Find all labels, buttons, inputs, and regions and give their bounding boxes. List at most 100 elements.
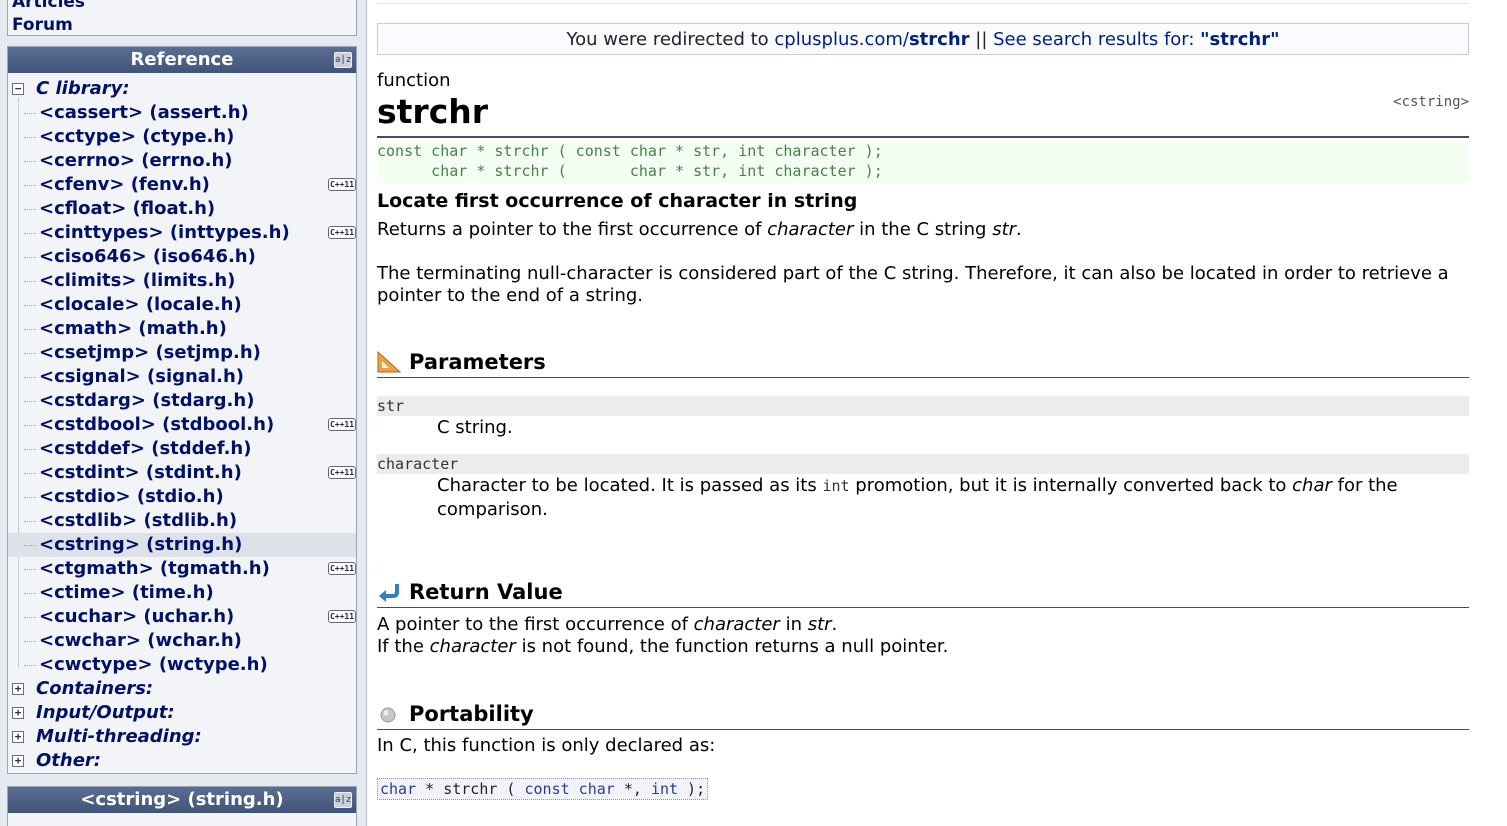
tree-item[interactable]: <cstdint> (stdint.h) C++11 (8, 461, 356, 485)
portability-title: Portability (409, 702, 534, 726)
tree-item-label: <cerrno> (errno.h) (39, 150, 233, 171)
tree-connector (24, 521, 36, 522)
cxx11-badge: C++11 (328, 610, 356, 623)
articles-link[interactable]: Articles (8, 0, 356, 14)
tree-item-label: <cwctype> (wctype.h) (39, 654, 268, 675)
description-paragraph: Returns a pointer to the first occurrenc… (377, 219, 1469, 241)
tree-item-label: <cstdlib> (stdlib.h) (39, 510, 238, 531)
tree-item[interactable]: <ctime> (time.h) (8, 581, 356, 605)
cstring-box: <cstring> (string.h) a|z (7, 786, 357, 826)
redirect-notice: You were redirected to cplusplus.com/str… (377, 23, 1469, 55)
tree-section[interactable]: + Other: (8, 749, 356, 773)
return-value-text: If the character is not found, the funct… (377, 636, 1469, 658)
collapse-icon[interactable]: − (12, 83, 24, 95)
tree-section-label: Containers: (36, 678, 154, 699)
tree-connector (24, 569, 36, 570)
reference-box: Reference a|z − C library: <cassert> (asse… (7, 46, 357, 774)
title-divider (377, 136, 1469, 138)
type-ref: char (1292, 475, 1332, 496)
tree-item[interactable]: <cstdarg> (stdarg.h) (8, 389, 356, 413)
tree-item-label: <ctime> (time.h) (39, 582, 214, 603)
redirect-separator: || (969, 29, 994, 50)
param-ref: character (429, 636, 516, 657)
expand-icon[interactable]: + (12, 707, 24, 719)
tree-item-label: <cmath> (math.h) (39, 318, 227, 339)
tree-item-label: <cuchar> (uchar.h) (39, 606, 235, 627)
tree-item[interactable]: <ciso646> (iso646.h) (8, 245, 356, 269)
tree-section[interactable]: + Multi-threading: (8, 725, 356, 749)
tree-item-label: <cwchar> (wchar.h) (39, 630, 242, 651)
code-keyword: char (380, 780, 417, 798)
tree-item[interactable]: <cstring> (string.h) (8, 533, 356, 557)
tree-item[interactable]: <cwchar> (wchar.h) (8, 629, 356, 653)
prototype-line: const char * strchr ( const char * str, … (377, 142, 883, 160)
tree-item[interactable]: <cfloat> (float.h) (8, 197, 356, 221)
portability-code: char * strchr ( const char *, int ); (377, 778, 709, 800)
tree-item-label: <clocale> (locale.h) (39, 294, 242, 315)
tree-item[interactable]: <cstdio> (stdio.h) (8, 485, 356, 509)
param-ref: character (767, 219, 854, 240)
tree-item[interactable]: <cuchar> (uchar.h) C++11 (8, 605, 356, 629)
tree-item[interactable]: <cfenv> (fenv.h) C++11 (8, 173, 356, 197)
cxx11-badge: C++11 (328, 418, 356, 431)
tree-section[interactable]: + Containers: (8, 677, 356, 701)
expand-icon[interactable]: + (12, 683, 24, 695)
text: If the (377, 636, 430, 657)
tree-item-label: <cassert> (assert.h) (39, 102, 249, 123)
return-arrow-icon (379, 584, 399, 602)
inline-code: int (822, 477, 850, 495)
tree-item[interactable]: <cctype> (ctype.h) (8, 125, 356, 149)
tree-item[interactable]: <cerrno> (errno.h) (8, 149, 356, 173)
tree-item-label: <cstdint> (stdint.h) (39, 462, 242, 483)
redirect-prefix: You were redirected to (566, 29, 775, 50)
portability-heading: Portability (377, 700, 1469, 730)
tree-item[interactable]: <cstdbool> (stdbool.h) C++11 (8, 413, 356, 437)
gray-dot-icon (380, 707, 396, 723)
expand-icon[interactable]: + (12, 755, 24, 767)
tree-item[interactable]: <cmath> (math.h) (8, 317, 356, 341)
tree-item[interactable]: <csetjmp> (setjmp.h) (8, 341, 356, 365)
cxx11-badge: C++11 (328, 226, 356, 239)
code-text: *, (614, 780, 651, 798)
tree-section-label: Other: (36, 750, 102, 771)
param-description: Character to be located. It is passed as… (437, 474, 1447, 521)
param-ref: str (992, 219, 1017, 240)
return-value-text: A pointer to the first occurrence of cha… (377, 614, 1469, 636)
sort-az-icon[interactable]: a|z (334, 792, 352, 808)
tree-item[interactable]: <climits> (limits.h) (8, 269, 356, 293)
top-divider (377, 3, 1469, 4)
cstring-header: <cstring> (string.h) a|z (8, 787, 356, 813)
tree-section[interactable]: − C library: (8, 77, 356, 101)
tree-connector (24, 257, 36, 258)
text: A pointer to the first occurrence of (377, 614, 694, 635)
tree-item[interactable]: <cinttypes> (inttypes.h) C++11 (8, 221, 356, 245)
tree-connector (24, 377, 36, 378)
tree-connector (24, 353, 36, 354)
tree-item-label: <cctype> (ctype.h) (39, 126, 235, 147)
redirect-link[interactable]: cplusplus.com/strchr (774, 29, 969, 50)
tree-item[interactable]: <cwctype> (wctype.h) (8, 653, 356, 677)
tree-item[interactable]: <cstddef> (stddef.h) (8, 437, 356, 461)
param-ref: str (807, 614, 832, 635)
tree-item-label: <ctgmath> (tgmath.h) (39, 558, 270, 579)
tree-connector (24, 161, 36, 162)
tree-item-label: <csignal> (signal.h) (39, 366, 245, 387)
param-name: character (377, 454, 1469, 474)
tree-connector (24, 329, 36, 330)
tree-section[interactable]: + Input/Output: (8, 701, 356, 725)
parameters-heading: Parameters (377, 348, 1469, 378)
tree-connector (24, 137, 36, 138)
tree-item[interactable]: <ctgmath> (tgmath.h) C++11 (8, 557, 356, 581)
text: promotion, but it is internally converte… (849, 475, 1293, 496)
tree-connector (24, 497, 36, 498)
sort-az-icon[interactable]: a|z (334, 52, 352, 68)
tree-item[interactable]: <cstdlib> (stdlib.h) (8, 509, 356, 533)
tree-item[interactable]: <csignal> (signal.h) (8, 365, 356, 389)
tree-item[interactable]: <cassert> (assert.h) (8, 101, 356, 125)
reference-tree: − C library: <cassert> (assert.h) <cctype> … (8, 73, 356, 773)
search-results-link[interactable]: See search results for: "strchr" (993, 29, 1279, 50)
tree-item[interactable]: <clocale> (locale.h) (8, 293, 356, 317)
header-tag[interactable]: <cstring> (1393, 94, 1469, 110)
forum-link[interactable]: Forum (8, 14, 356, 37)
expand-icon[interactable]: + (12, 731, 24, 743)
